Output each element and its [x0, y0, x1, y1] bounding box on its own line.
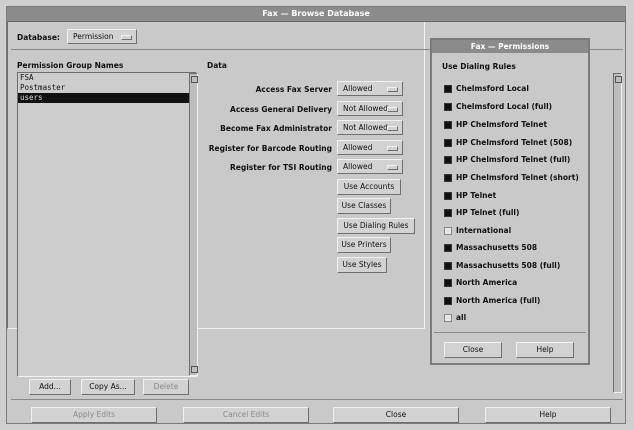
setting-label: Register for Barcode Routing	[208, 144, 332, 153]
rule-label: Massachusetts 508 (full)	[456, 261, 561, 270]
rule-label: HP Telnet (full)	[456, 208, 520, 217]
option-menu-indicator-icon	[387, 126, 398, 131]
setting-value: Allowed	[343, 143, 373, 152]
group-list-scrollbar[interactable]	[189, 73, 198, 376]
setting-label: Access General Delivery	[230, 105, 332, 114]
setting-value: Allowed	[343, 84, 373, 93]
checkbox-icon[interactable]	[444, 192, 452, 200]
option-menu-indicator-icon	[387, 146, 398, 151]
list-item-selected[interactable]: users	[18, 93, 196, 103]
setting-select[interactable]: Allowed	[337, 159, 403, 174]
database-select-value: Permission	[73, 32, 114, 41]
rule-label: HP Chelmsford Telnet (508)	[456, 138, 573, 147]
option-menu-indicator-icon	[387, 165, 398, 170]
option-menu-indicator-icon	[387, 107, 398, 112]
dialing-rules-header: Use Dialing Rules	[442, 62, 516, 71]
option-menu-indicator-icon	[387, 87, 398, 92]
setting-select[interactable]: Allowed	[337, 81, 403, 96]
divider	[11, 399, 623, 400]
checkbox-icon[interactable]	[444, 103, 452, 111]
checkbox-icon[interactable]	[444, 314, 452, 322]
cancel-edits-button[interactable]: Cancel Edits	[183, 407, 309, 423]
use-printers-button[interactable]: Use Printers	[337, 237, 391, 253]
rule-label: North America (full)	[456, 296, 541, 305]
setting-select[interactable]: Allowed	[337, 140, 403, 155]
rule-label: North America	[456, 278, 518, 287]
checkbox-icon[interactable]	[444, 174, 452, 182]
close-button[interactable]: Close	[333, 407, 459, 423]
groups-header: Permission Group Names	[17, 61, 124, 70]
copy-as-button[interactable]: Copy As...	[81, 379, 135, 395]
list-item[interactable]: FSA	[18, 73, 196, 83]
setting-value: Not Allowed	[343, 104, 388, 113]
scroll-up-icon[interactable]	[615, 76, 622, 83]
apply-edits-button[interactable]: Apply Edits	[31, 407, 157, 423]
rule-label: Chelmsford Local (full)	[456, 102, 553, 111]
checkbox-icon[interactable]	[444, 262, 452, 270]
setting-value: Allowed	[343, 162, 373, 171]
permissions-help-button[interactable]: Help	[516, 342, 574, 358]
checkbox-icon[interactable]	[444, 279, 452, 287]
delete-button[interactable]: Delete	[143, 379, 189, 395]
checkbox-icon[interactable]	[444, 85, 452, 93]
setting-value: Not Allowed	[343, 123, 388, 132]
rule-label: all	[456, 313, 467, 322]
setting-select[interactable]: Not Allowed	[337, 101, 403, 116]
setting-label: Become Fax Administrator	[220, 124, 332, 133]
setting-label: Access Fax Server	[255, 85, 332, 94]
window-title: Fax — Browse Database	[7, 7, 625, 22]
permissions-dialog: Fax — Permissions Use Dialing Rules Chel…	[430, 38, 590, 365]
checkbox-icon[interactable]	[444, 121, 452, 129]
use-accounts-button[interactable]: Use Accounts	[337, 179, 401, 195]
checkbox-icon[interactable]	[444, 244, 452, 252]
group-list[interactable]: FSA Postmaster users	[17, 72, 197, 377]
database-label: Database:	[17, 33, 60, 42]
help-button[interactable]: Help	[485, 407, 611, 423]
checkbox-icon[interactable]	[444, 209, 452, 217]
rule-label: HP Telnet	[456, 191, 497, 200]
rule-label: HP Chelmsford Telnet (full)	[456, 155, 571, 164]
rule-label: International	[456, 226, 512, 235]
data-header: Data	[207, 61, 227, 70]
checkbox-icon[interactable]	[444, 297, 452, 305]
option-menu-indicator-icon	[121, 35, 132, 40]
scroll-down-icon[interactable]	[191, 366, 198, 373]
rule-label: HP Chelmsford Telnet (short)	[456, 173, 579, 182]
checkbox-icon[interactable]	[444, 139, 452, 147]
use-styles-button[interactable]: Use Styles	[337, 257, 387, 273]
data-pane-scrollbar[interactable]	[613, 73, 622, 393]
permissions-dialog-title: Fax — Permissions	[432, 40, 588, 53]
rule-label: HP Chelmsford Telnet	[456, 120, 548, 129]
use-dialing-rules-button[interactable]: Use Dialing Rules	[337, 218, 415, 234]
checkbox-icon[interactable]	[444, 156, 452, 164]
checkbox-icon[interactable]	[444, 227, 452, 235]
setting-select[interactable]: Not Allowed	[337, 120, 403, 135]
rule-label: Massachusetts 508	[456, 243, 538, 252]
use-classes-button[interactable]: Use Classes	[337, 198, 391, 214]
divider	[434, 332, 586, 333]
setting-label: Register for TSI Routing	[229, 163, 332, 172]
database-select[interactable]: Permission	[67, 29, 137, 44]
rule-label: Chelmsford Local	[456, 84, 529, 93]
scroll-up-icon[interactable]	[191, 76, 198, 83]
permissions-close-button[interactable]: Close	[444, 342, 502, 358]
add-button[interactable]: Add...	[29, 379, 71, 395]
